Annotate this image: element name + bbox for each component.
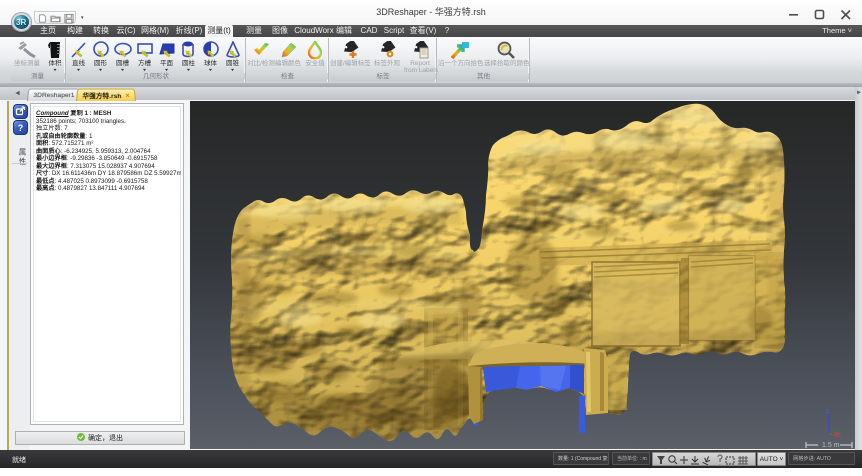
svg-text:z: z <box>826 408 830 415</box>
svg-text:1.5 m: 1.5 m <box>822 442 840 449</box>
